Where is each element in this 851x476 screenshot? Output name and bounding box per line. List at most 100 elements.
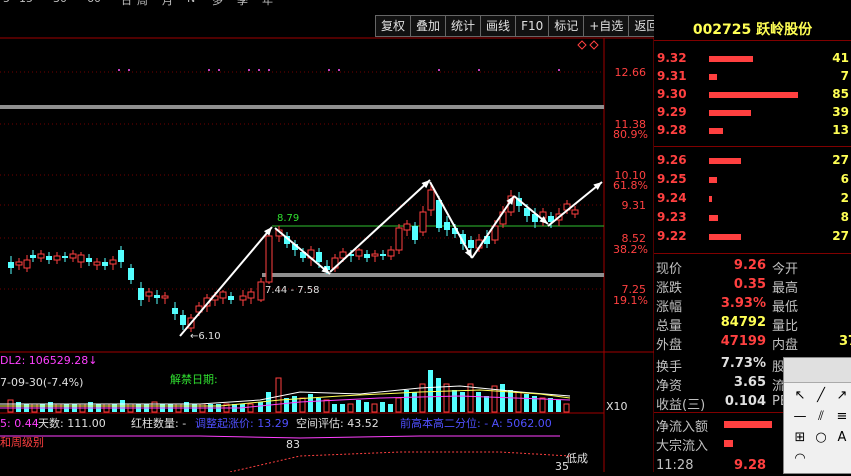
candle-body (412, 226, 418, 240)
toolbar-button-0[interactable]: 复权 (375, 15, 412, 37)
ask-row[interactable]: 9.31 7 (654, 69, 851, 85)
bid-volume: 6 (840, 172, 849, 186)
ask-row[interactable]: 9.30 85 (654, 87, 851, 103)
ind-c: 红柱数量: - (131, 416, 186, 430)
bid-price: 9.26 (657, 153, 687, 167)
quote-label-2: 今开 (772, 262, 799, 277)
candle-body (571, 209, 579, 215)
price-tick-0: 12.66 (615, 66, 647, 79)
segment-icon[interactable]: — (790, 407, 810, 427)
pct-tick-1: 61.8% (613, 179, 648, 192)
ind-bottom2: 和周级别 (0, 436, 44, 449)
draw-toolbox-header (784, 358, 851, 383)
bid-volume: 8 (840, 210, 849, 224)
ask-volume-bar (709, 92, 799, 98)
volume-bar (299, 397, 306, 413)
ask-row[interactable]: 9.32 41 (654, 51, 851, 67)
candle-body (247, 291, 255, 299)
candle-body (37, 253, 45, 259)
quote-label-2: 内盘 (772, 338, 799, 353)
volume-bar (460, 392, 465, 412)
quote-label-2: 量比 (772, 319, 799, 334)
quote-value: 3.93% (720, 296, 766, 311)
quote-label: 换手 (656, 360, 683, 375)
volume-bar (539, 397, 546, 413)
ask-row[interactable]: 9.28 13 (654, 123, 851, 139)
candle-body (69, 253, 77, 259)
text-icon[interactable]: A (832, 428, 851, 448)
candle-body (172, 308, 178, 314)
channel-icon[interactable]: ≡ (832, 407, 851, 427)
ask-volume-bar (709, 74, 718, 80)
ask-price: 9.29 (657, 105, 687, 119)
flow-bar (724, 421, 772, 428)
volume-bar (484, 396, 489, 412)
volume-bar (508, 390, 513, 412)
candle-body (62, 256, 68, 258)
quote-label: 收益(三) (656, 398, 706, 413)
candle-body (93, 261, 101, 266)
bid-row[interactable]: 9.26 27 (654, 153, 851, 169)
stock-title: 002725 跃岭股份 (654, 19, 851, 39)
ray-icon[interactable]: ↗ (832, 386, 851, 406)
ask-price: 9.31 (657, 69, 687, 83)
vol-scale-label: X10 (606, 400, 628, 413)
quote-extra: 37 (839, 334, 851, 349)
ind-b: 天数: 111.00 (38, 417, 106, 430)
toolbar-button-3[interactable]: 画线 (481, 15, 517, 37)
candle-body (239, 295, 247, 301)
volume-bar (388, 404, 393, 412)
ind-a: 5: 0.44 (0, 417, 39, 430)
date-indicator: 7-09-30(-7.4%) (0, 376, 83, 389)
volume-bar (548, 398, 553, 412)
fib-icon[interactable]: ⊞ (790, 428, 810, 448)
signal-dot (248, 69, 250, 71)
bid-row[interactable]: 9.22 27 (654, 229, 851, 245)
candle-body (403, 223, 411, 231)
candle-body (228, 296, 234, 300)
bid-row[interactable]: 9.23 8 (654, 210, 851, 226)
volume-bar (258, 402, 263, 412)
toolbar-button-5[interactable]: 标记 (549, 15, 585, 37)
bid-volume: 27 (832, 153, 849, 167)
quote-label: 总量 (656, 319, 683, 334)
toolbar-button-6[interactable]: +自选 (584, 15, 630, 37)
bid-row[interactable]: 9.24 2 (654, 191, 851, 207)
circle-icon[interactable]: ○ (811, 428, 831, 448)
quote-label: 外盘 (656, 338, 683, 353)
candle-body (86, 258, 92, 262)
signal-dot (338, 69, 340, 71)
ask-row[interactable]: 9.29 39 (654, 105, 851, 121)
candle-body (46, 256, 52, 260)
quote-row: 涨幅 3.93% 最低 (654, 296, 851, 315)
volume-bar (364, 402, 369, 412)
signal-dot (268, 69, 270, 71)
quote-divider (654, 253, 851, 254)
bid-price: 9.25 (657, 172, 687, 186)
toolbar-button-2[interactable]: 统计 (446, 15, 482, 37)
signal-dot (558, 69, 560, 71)
flow-label: 大宗流入 (656, 439, 709, 454)
candle-body (257, 281, 265, 301)
volume-bar (452, 390, 457, 412)
volume-bar (412, 392, 417, 412)
quote-label: 涨幅 (656, 300, 683, 315)
parallel-icon[interactable]: ⫽ (811, 407, 831, 427)
volume-bar (323, 399, 330, 413)
cursor-icon[interactable]: ↖ (790, 386, 810, 406)
quote-value: 3.65 (733, 375, 766, 390)
quote-row: 涨跌 0.35 最高 (654, 277, 851, 296)
trade-price: 9.28 (734, 458, 767, 473)
quote-label-2: 最低 (772, 300, 799, 315)
bid-row[interactable]: 9.25 6 (654, 172, 851, 188)
line-icon[interactable]: ╱ (811, 386, 831, 406)
toolbar-button-4[interactable]: F10 (516, 15, 550, 37)
kline-chart[interactable]: 12.6611.3810.109.318.527.2580.9%61.8%38.… (0, 0, 654, 472)
draw-toolbox[interactable]: ↖ ╱ ↗ — ⫽ ≡ ⊞ ○ A ◠ (783, 357, 851, 474)
signal-dot (328, 69, 330, 71)
resistance-band (0, 105, 604, 109)
arc-icon[interactable]: ◠ (790, 449, 810, 469)
quote-label: 净资 (656, 379, 683, 394)
ind-83: 83 (286, 438, 300, 451)
toolbar-button-1[interactable]: 叠加 (411, 15, 447, 37)
